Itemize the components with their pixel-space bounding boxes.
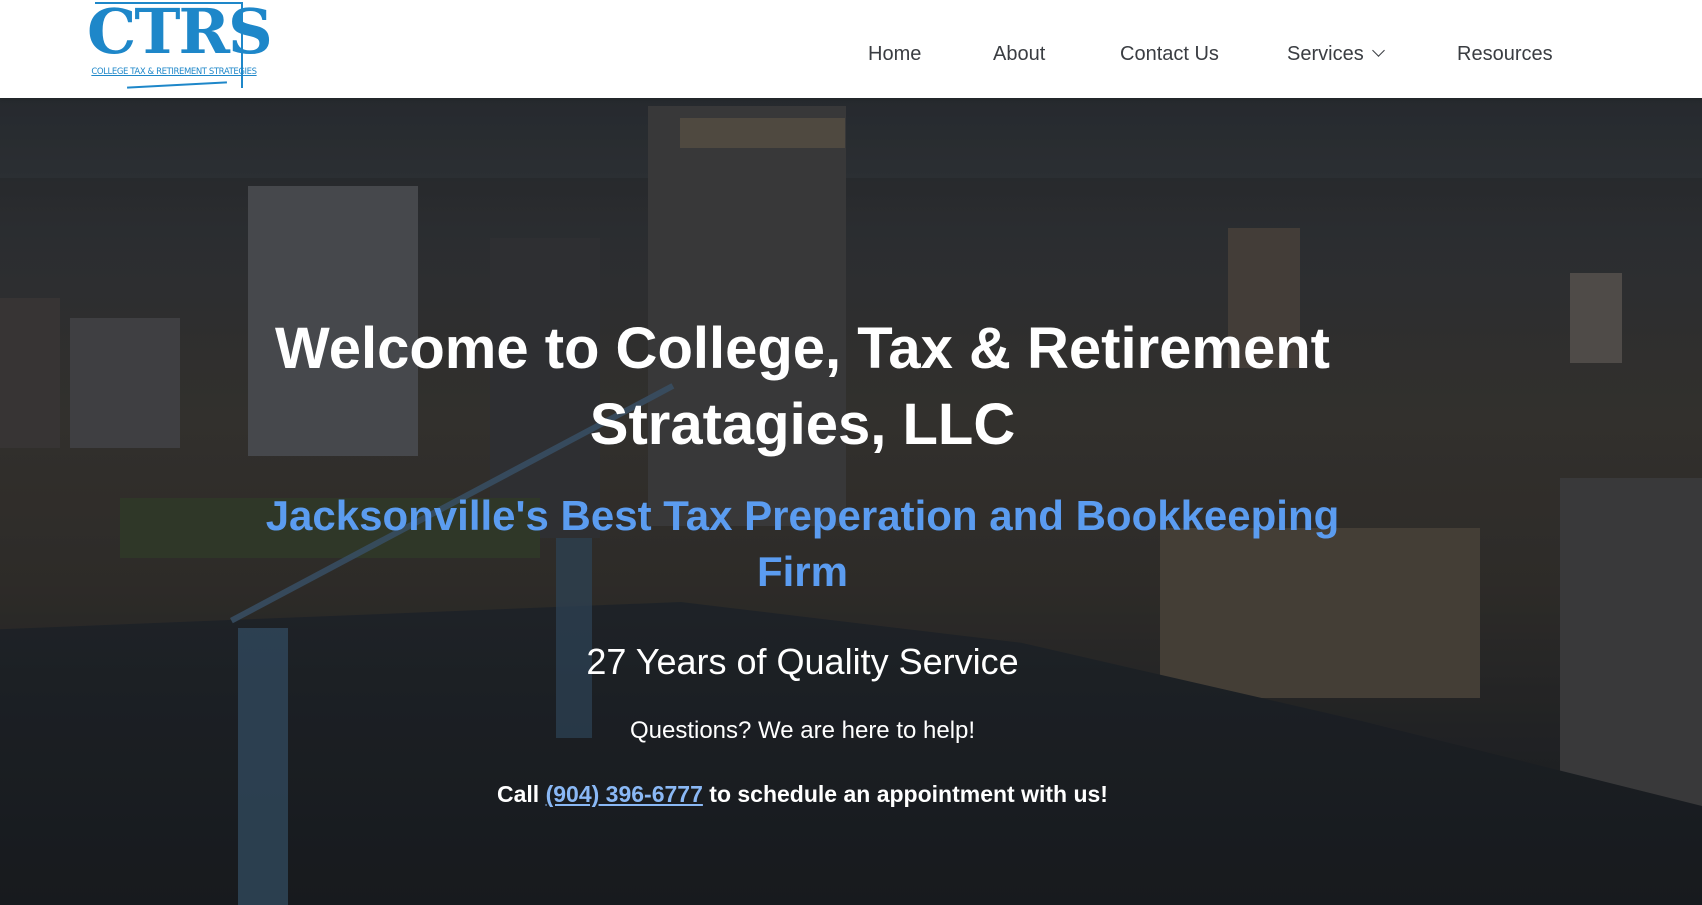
hero-subtitle: Jacksonville's Best Tax Preperation and … [265,492,1340,595]
nav-resources[interactable]: Resources [1457,40,1553,68]
nav-contact-us[interactable]: Contact Us [1120,40,1219,68]
nav-services[interactable]: Services [1287,40,1385,68]
hero-title: Welcome to College, Tax & Retirement Str… [275,316,1330,457]
phone-link[interactable]: (904) 396-6777 [546,781,703,807]
call-suffix: to schedule an appointment with us! [709,781,1108,807]
nav-home-label: Home [868,43,922,65]
call-prefix: Call [497,781,540,807]
years-of-service: 27 Years of Quality Service [586,641,1019,682]
nav-about[interactable]: About [993,40,1045,68]
hero-section: Welcome to College, Tax & Retirement Str… [0,98,1702,905]
nav-about-label: About [993,43,1046,65]
nav-services-label: Services [1287,43,1364,65]
chevron-down-icon [1371,44,1385,57]
nav-contact-label: Contact Us [1120,43,1219,65]
call-to-action: Call (904) 396-6777 to schedule an appoi… [250,778,1355,810]
logo-text: CTRS [87,0,273,68]
ctrs-logo[interactable]: CTRS COLLEGE TAX & RETIREMENT STRATEGIES [87,0,273,93]
site-header: CTRS COLLEGE TAX & RETIREMENT STRATEGIES… [0,0,1702,98]
nav-resources-label: Resources [1457,43,1553,65]
hero-content: Welcome to College, Tax & Retirement Str… [0,98,1702,905]
nav-home[interactable]: Home [868,40,921,68]
questions-text: Questions? We are here to help! [629,717,976,744]
logo-subtext: COLLEGE TAX & RETIREMENT STRATEGIES [91,67,257,77]
